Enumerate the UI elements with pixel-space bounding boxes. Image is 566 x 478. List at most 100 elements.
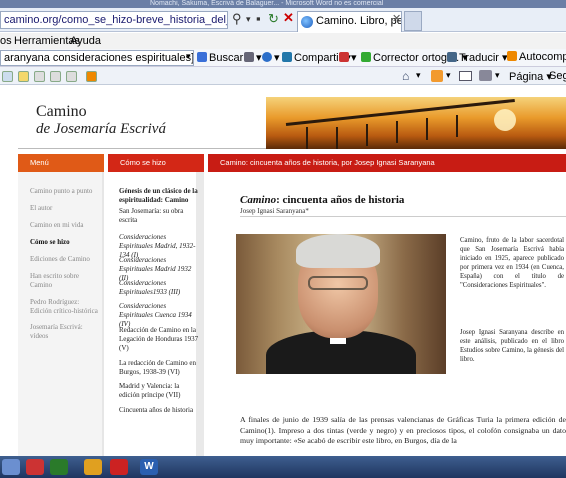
search-dropdown-icon[interactable]: ▾ [186, 51, 191, 62]
article-title-italic: Camino [240, 194, 277, 206]
article-title-rest: : cincuenta años de historia [276, 194, 405, 206]
traducir-button[interactable]: Traducir ▾ [447, 51, 508, 64]
left-nav-item[interactable]: El autor [30, 204, 102, 213]
section-nav-item[interactable]: Consideraciones Espirituales Cuenca 1934… [119, 302, 199, 329]
menu-item-ayuda[interactable]: Ayuda [70, 35, 101, 47]
tab-camino[interactable]: Camino. Libro, pelíc... [297, 11, 402, 32]
toolbar-icon-2[interactable]: ▾ [262, 51, 280, 64]
author-photo [236, 234, 446, 374]
print-icon[interactable] [479, 70, 492, 81]
body-paragraph: A finales de junio de 1939 salía de las … [240, 415, 566, 445]
home-icon[interactable]: ⌂ [402, 69, 409, 83]
word-taskbar-icon[interactable]: W [140, 459, 158, 475]
favorites-icon-6[interactable] [86, 71, 97, 82]
home-dropdown-icon[interactable]: ▾ [416, 70, 421, 81]
article-main: Camino: cincuenta años de historia Josep… [212, 172, 566, 456]
stop-icon[interactable]: ✕ [283, 9, 294, 27]
left-nav-item[interactable]: Camino punto a punto [30, 187, 102, 196]
pier-leg [396, 121, 398, 143]
menu-item-favoritos[interactable]: os [0, 35, 12, 47]
left-nav-item[interactable]: Han escrito sobre Camino [30, 272, 102, 290]
left-nav-item[interactable]: Josemaría Escrivá: vídeos [30, 323, 102, 341]
left-nav-item[interactable]: Ediciones de Camino [30, 255, 102, 264]
autocompletar-label: Autocompletar [519, 51, 566, 63]
seguridad-menu[interactable]: Segu [549, 70, 566, 82]
header-banner-image [266, 97, 566, 149]
como-heading-bar: Cómo se hizo [108, 154, 204, 172]
taskbar: W [0, 456, 566, 478]
window-title: Nomachi, Sakuma, Escrivá de Balaguer... … [150, 0, 384, 7]
pencil-icon [507, 51, 517, 61]
lock-icon[interactable]: ▪ [256, 10, 261, 28]
url-field[interactable]: camino.org/como_se_hizo-breve_historia_d… [0, 11, 228, 29]
left-nav: Camino punto a punto El autor Camino en … [18, 172, 104, 456]
section-nav-item[interactable]: La redacción de Camino en Burgos, 1938-3… [119, 359, 199, 377]
section-nav-item[interactable]: San Josemaría: su obra escrita [119, 207, 199, 225]
ie-taskbar-icon[interactable] [2, 459, 20, 475]
favorites-icon-1[interactable] [2, 71, 13, 82]
menu-heading-bar: Menú [18, 154, 104, 172]
app-taskbar-icon[interactable] [50, 459, 68, 475]
favorites-icon-2[interactable] [18, 71, 29, 82]
traducir-label: Traducir [459, 52, 499, 64]
article-author: Josep Ignasi Saranyana* [240, 207, 309, 215]
new-tab-button[interactable] [404, 11, 422, 31]
article-title: Camino: cincuenta años de historia [240, 194, 404, 206]
favorites-icon-3[interactable] [34, 71, 45, 82]
pier-leg [366, 124, 368, 146]
site-logo-subtitle[interactable]: de Josemaría Escrivá [36, 121, 166, 138]
pier-leg [306, 127, 308, 149]
toolbar-icon-1[interactable]: ▾ [244, 51, 262, 64]
search-toolbar: aranyana consideraciones espirituales] ▾… [0, 49, 566, 67]
print-dropdown-icon[interactable]: ▾ [495, 70, 500, 81]
article-heading-bar: Camino: cincuenta años de historia, por … [208, 154, 566, 172]
google-icon [197, 52, 207, 62]
section-nav-item[interactable]: Redacción de Camino en la Legación de Ho… [119, 326, 199, 353]
translate-icon [447, 52, 457, 62]
buscar-label: Buscar [209, 52, 244, 64]
section-nav-item[interactable]: Madrid y Valencia: la edición príncipe (… [119, 382, 199, 400]
chevron-down-icon[interactable]: ▾ [246, 10, 251, 28]
site-logo-title[interactable]: Camino [36, 103, 87, 121]
favorites-icon-5[interactable] [66, 71, 77, 82]
left-nav-item[interactable]: Camino en mi vida [30, 221, 102, 230]
left-nav-item[interactable]: Pedro Rodríguez: Edición crítico-históri… [30, 298, 102, 316]
share-icon [282, 52, 292, 62]
mail-icon[interactable] [459, 71, 472, 81]
ie-favicon-icon [301, 16, 313, 28]
app-taskbar-icon[interactable] [26, 459, 44, 475]
block-icon [339, 52, 349, 62]
summary-paragraph: Josep Ignasi Saranyana describe en este … [460, 329, 564, 363]
command-bar: ⌂ ▾ ▾ ▾ Página ▾ Segu [0, 67, 566, 85]
pier-shape [285, 98, 515, 126]
refresh-icon[interactable]: ↻ [268, 10, 279, 28]
spellcheck-icon [361, 52, 371, 62]
title-divider [240, 216, 566, 217]
rss-dropdown-icon[interactable]: ▾ [446, 70, 451, 81]
page-icon [244, 52, 254, 62]
search-icon[interactable]: ⚲ [232, 10, 242, 28]
rss-icon[interactable] [431, 70, 443, 82]
toolbar-icon-3[interactable]: ▾ [339, 51, 357, 64]
section-nav-item[interactable]: Génesis de un clásico de la espiritualid… [119, 187, 199, 205]
section-nav-item[interactable]: Cincuenta años de historia [119, 406, 199, 415]
close-tab-icon[interactable]: ✕ [392, 12, 401, 25]
address-bar-row: camino.org/como_se_hizo-breve_historia_d… [0, 8, 566, 32]
favorites-icon-4[interactable] [50, 71, 61, 82]
folder-taskbar-icon[interactable] [84, 459, 102, 475]
app-taskbar-icon[interactable] [110, 459, 128, 475]
intro-paragraph: Camino, fruto de la labor sacerdotal que… [460, 237, 564, 289]
toolbar-search-field[interactable]: aranyana consideraciones espirituales] [0, 50, 194, 66]
photo-glasses [308, 276, 368, 290]
autocompletar-button[interactable]: Autocompletar [507, 51, 566, 63]
web-page: Camino de Josemaría Escrivá Menú Cómo se… [0, 86, 566, 456]
pier-leg [456, 115, 458, 137]
pagina-label: Página [509, 71, 544, 83]
section-nav-item[interactable]: Consideraciones Espirituales1933 (III) [119, 279, 199, 297]
pier-leg [426, 118, 428, 140]
pier-leg [336, 127, 338, 149]
left-nav-item-current[interactable]: Cómo se hizo [30, 238, 102, 247]
photo-hair [296, 234, 380, 268]
compartir-label: Compartir [294, 52, 343, 64]
pagina-menu[interactable]: Página ▾ [509, 70, 552, 83]
